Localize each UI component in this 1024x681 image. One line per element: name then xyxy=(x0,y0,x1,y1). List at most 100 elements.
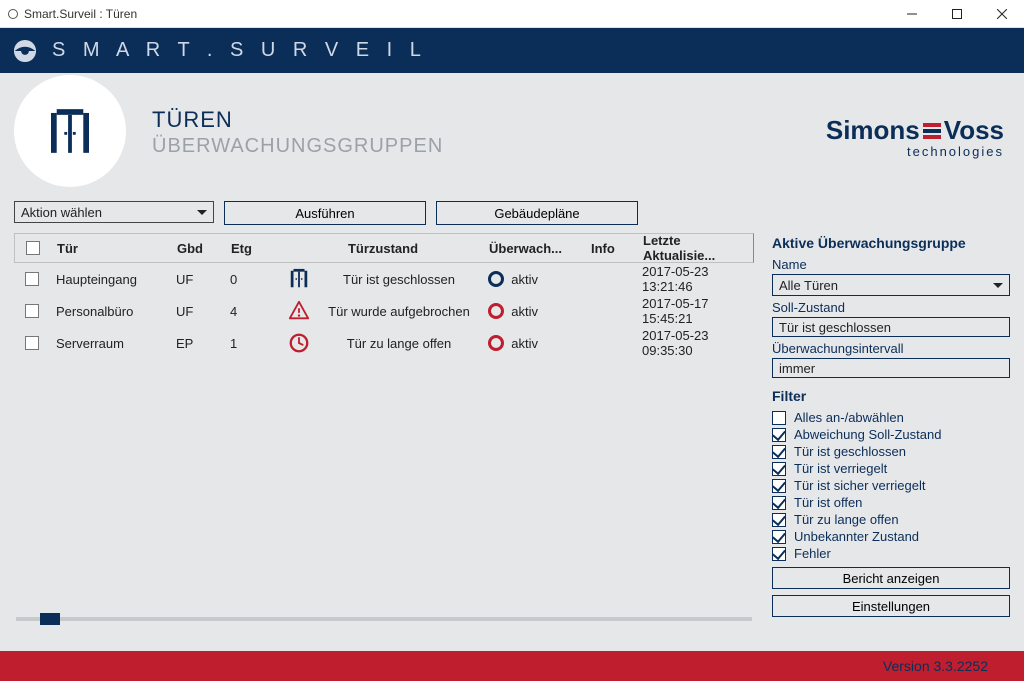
cell-gbd: EP xyxy=(170,336,224,351)
filter-item[interactable]: Tür ist sicher verriegelt xyxy=(772,478,1010,493)
action-select[interactable]: Aktion wählen xyxy=(14,201,214,223)
soll-label: Soll-Zustand xyxy=(772,300,1010,315)
cell-monitoring: aktiv xyxy=(482,303,584,319)
soll-value: Tür ist geschlossen xyxy=(772,317,1010,337)
filter-label: Tür zu lange offen xyxy=(794,512,899,527)
filter-checkbox[interactable] xyxy=(772,462,786,476)
cell-update: 2017-05-17 15:45:21 xyxy=(636,296,754,326)
filter-label: Unbekannter Zustand xyxy=(794,529,919,544)
filter-checkbox[interactable] xyxy=(772,411,786,425)
action-select-label: Aktion wählen xyxy=(21,205,102,220)
settings-button[interactable]: Einstellungen xyxy=(772,595,1010,617)
col-update[interactable]: Letzte Aktualisie... xyxy=(637,234,753,262)
window-title: Smart.Surveil : Türen xyxy=(24,7,137,21)
filter-item[interactable]: Tür ist offen xyxy=(772,495,1010,510)
cell-monitoring: aktiv xyxy=(482,335,584,351)
cell-etg: 0 xyxy=(224,272,282,287)
filter-label: Tür ist offen xyxy=(794,495,862,510)
cell-etg: 1 xyxy=(224,336,282,351)
monitoring-status-icon xyxy=(488,303,504,319)
filter-checkbox[interactable] xyxy=(772,445,786,459)
interval-value: immer xyxy=(772,358,1010,378)
state-icon xyxy=(282,300,316,322)
cell-monitoring: aktiv xyxy=(482,271,584,287)
col-info[interactable]: Info xyxy=(585,234,637,262)
table-row[interactable]: PersonalbüroUF4 Tür wurde aufgebrochen ak… xyxy=(14,295,754,327)
door-icon xyxy=(51,109,89,153)
brand-name: S M A R T . S U R V E I L xyxy=(52,39,427,62)
col-tur[interactable]: Tür xyxy=(51,234,171,262)
page-title: TÜREN xyxy=(152,107,443,133)
filter-checkbox[interactable] xyxy=(772,547,786,561)
zoom-slider[interactable] xyxy=(16,617,752,621)
page-icon-circle xyxy=(14,75,126,187)
monitoring-status-icon xyxy=(488,335,504,351)
monitoring-status-icon xyxy=(488,271,504,287)
name-label: Name xyxy=(772,257,1010,272)
col-monitoring[interactable]: Überwach... xyxy=(483,234,585,262)
filter-item[interactable]: Tür ist verriegelt xyxy=(772,461,1010,476)
filter-checkbox[interactable] xyxy=(772,428,786,442)
show-report-button[interactable]: Bericht anzeigen xyxy=(772,567,1010,589)
group-name-select[interactable]: Alle Türen xyxy=(772,274,1010,296)
filter-label: Tür ist geschlossen xyxy=(794,444,906,459)
page-subtitle: ÜBERWACHUNGSGRUPPEN xyxy=(152,135,443,158)
filter-item[interactable]: Unbekannter Zustand xyxy=(772,529,1010,544)
filter-label: Abweichung Soll-Zustand xyxy=(794,427,941,442)
cell-state: Tür wurde aufgebrochen xyxy=(316,304,482,319)
select-all-checkbox[interactable] xyxy=(26,241,40,255)
cell-tur: Serverraum xyxy=(50,336,170,351)
cell-gbd: UF xyxy=(170,304,224,319)
cell-update: 2017-05-23 13:21:46 xyxy=(636,264,754,294)
filter-checkbox[interactable] xyxy=(772,479,786,493)
right-sidebar: Aktive Überwachungsgruppe Name Alle Türe… xyxy=(772,233,1010,621)
maximize-button[interactable] xyxy=(934,0,979,28)
filter-heading: Filter xyxy=(772,388,1010,404)
state-icon xyxy=(282,268,316,290)
filter-label: Tür ist sicher verriegelt xyxy=(794,478,925,493)
execute-button[interactable]: Ausführen xyxy=(224,201,426,225)
col-state[interactable]: Türzustand xyxy=(283,234,483,262)
row-checkbox[interactable] xyxy=(25,272,39,286)
filter-label: Alles an-/abwählen xyxy=(794,410,904,425)
filter-checkbox[interactable] xyxy=(772,496,786,510)
cell-update: 2017-05-23 09:35:30 xyxy=(636,328,754,358)
active-group-heading: Aktive Überwachungsgruppe xyxy=(772,235,1010,251)
minimize-button[interactable] xyxy=(889,0,934,28)
cell-state: Tür ist geschlossen xyxy=(316,272,482,287)
company-logo: Simons Voss technologies xyxy=(826,115,1004,159)
filter-checkbox[interactable] xyxy=(772,513,786,527)
chevron-down-icon xyxy=(993,283,1003,288)
col-etg[interactable]: Etg xyxy=(225,234,283,262)
interval-label: Überwachungsintervall xyxy=(772,341,1010,356)
app-icon xyxy=(8,9,18,19)
zoom-slider-thumb[interactable] xyxy=(40,613,60,625)
table-row[interactable]: ServerraumEP1 Tür zu lange offen aktiv 201… xyxy=(14,327,754,359)
table-row[interactable]: HaupteingangUF0Tür ist geschlossen aktiv… xyxy=(14,263,754,295)
state-icon xyxy=(282,332,316,354)
row-checkbox[interactable] xyxy=(25,336,39,350)
filter-label: Fehler xyxy=(794,546,831,561)
cell-gbd: UF xyxy=(170,272,224,287)
window-titlebar: Smart.Surveil : Türen xyxy=(0,0,1024,28)
logo-bars-icon xyxy=(923,123,941,139)
table-header-row: Tür Gbd Etg Türzustand Überwach... Info … xyxy=(14,233,754,263)
filter-item[interactable]: Abweichung Soll-Zustand xyxy=(772,427,1010,442)
filter-checkbox[interactable] xyxy=(772,530,786,544)
filter-item[interactable]: Alles an-/abwählen xyxy=(772,410,1010,425)
filter-label: Tür ist verriegelt xyxy=(794,461,887,476)
cell-state: Tür zu lange offen xyxy=(316,336,482,351)
cell-tur: Personalbüro xyxy=(50,304,170,319)
close-button[interactable] xyxy=(979,0,1024,28)
chevron-down-icon xyxy=(197,210,207,215)
building-plans-button[interactable]: Gebäudepläne xyxy=(436,201,638,225)
brand-bar: S M A R T . S U R V E I L xyxy=(0,28,1024,73)
col-gbd[interactable]: Gbd xyxy=(171,234,225,262)
filter-item[interactable]: Tür zu lange offen xyxy=(772,512,1010,527)
footer-bar: Version 3.3.2252 xyxy=(0,651,1024,681)
brand-eye-icon xyxy=(12,38,38,64)
row-checkbox[interactable] xyxy=(25,304,39,318)
filter-item[interactable]: Tür ist geschlossen xyxy=(772,444,1010,459)
filter-item[interactable]: Fehler xyxy=(772,546,1010,561)
cell-etg: 4 xyxy=(224,304,282,319)
